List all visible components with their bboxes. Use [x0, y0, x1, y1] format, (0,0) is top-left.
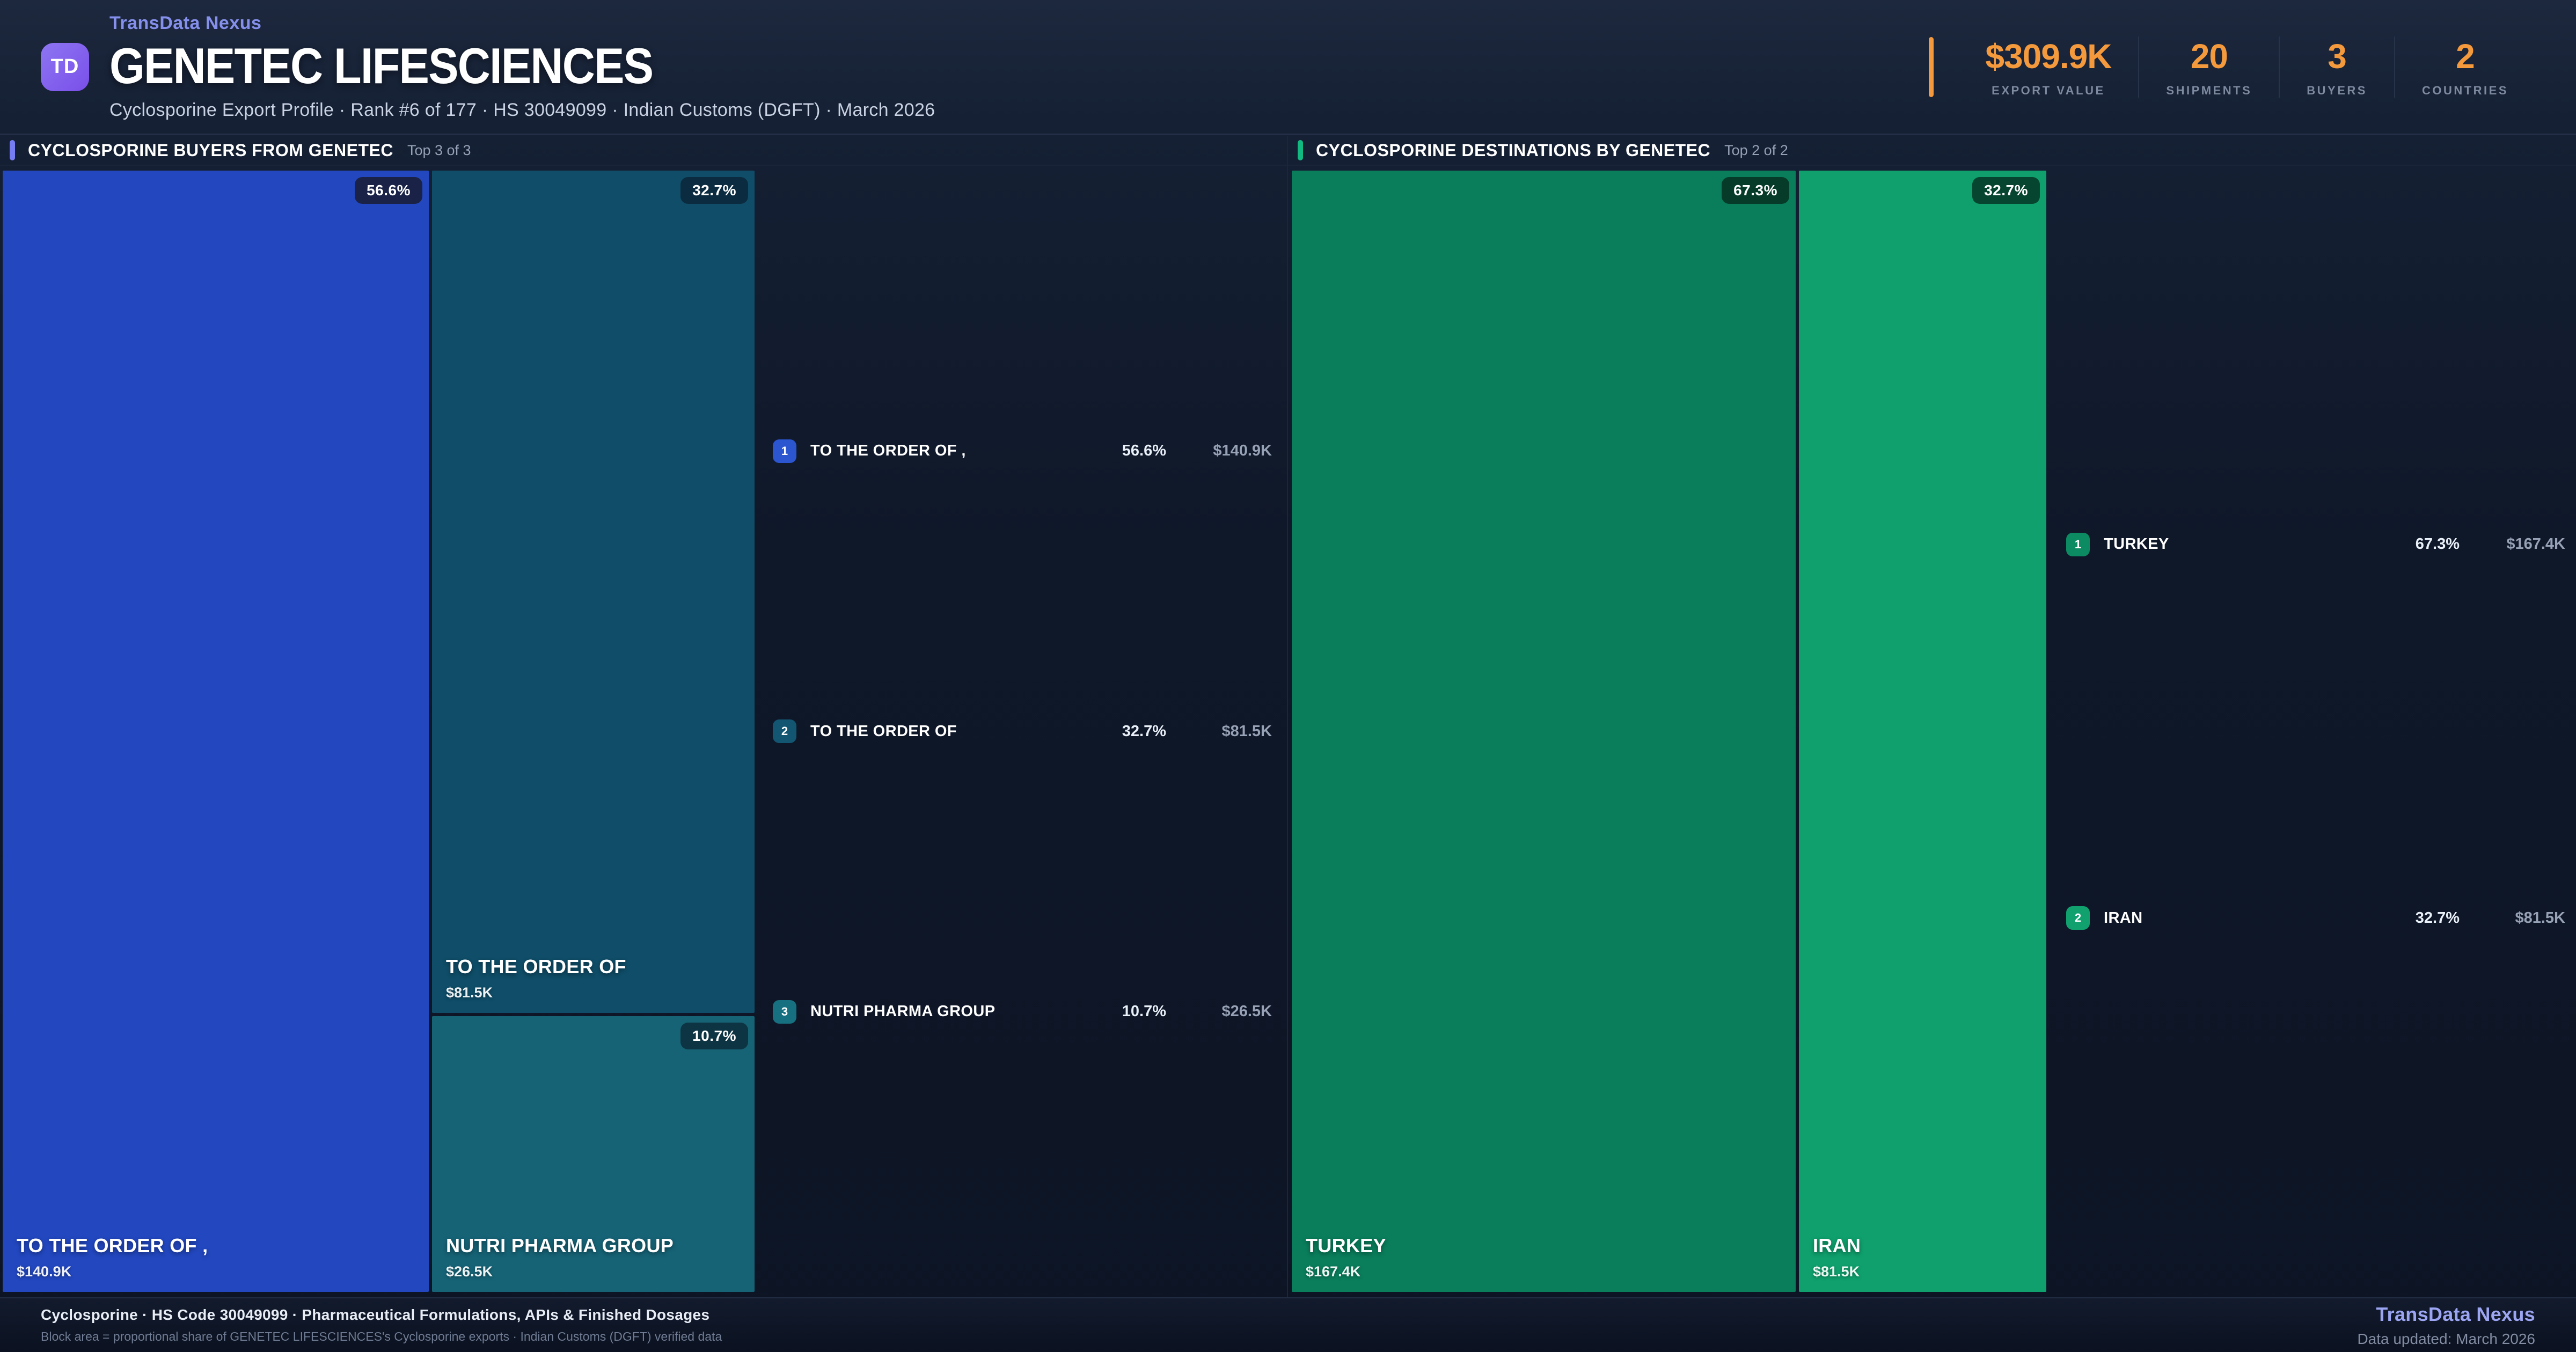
list-value: $81.5K: [1221, 722, 1272, 740]
share-badge: 10.7%: [680, 1023, 748, 1049]
list-name: NUTRI PHARMA GROUP: [810, 1003, 996, 1020]
panel-title: CYCLOSPORINE BUYERS FROM GENETEC: [28, 140, 393, 160]
buyers-list: 1 TO THE ORDER OF , 56.6% $140.9K 2 TO T…: [773, 171, 1272, 1292]
stat-value: 3: [2328, 36, 2347, 76]
list-name: IRAN: [2104, 909, 2143, 927]
list-name: TURKEY: [2104, 535, 2169, 553]
treemap-block-turkey[interactable]: 67.3% TURKEY $167.4K: [1292, 171, 1796, 1292]
brand-logo: TD: [41, 42, 89, 91]
block-label: IRAN $81.5K: [1813, 1235, 1861, 1280]
block-value: $26.5K: [446, 1263, 493, 1280]
stat-label: BUYERS: [2307, 83, 2367, 97]
list-value: $81.5K: [2515, 909, 2565, 927]
stat-buyers: 3 BUYERS: [2279, 36, 2394, 98]
list-pct: 32.7%: [1122, 722, 1166, 740]
footer-updated: Data updated: March 2026: [2357, 1330, 2535, 1347]
header-identity: TD TransData Nexus GENETEC LIFESCIENCES …: [41, 13, 935, 121]
stat-export-value: $309.9K EXPORT VALUE: [1958, 36, 2138, 98]
footer-brand: TransData Nexus: [2376, 1303, 2535, 1325]
list-pct: 56.6%: [1122, 442, 1166, 459]
destinations-panel: CYCLOSPORINE DESTINATIONS BY GENETEC Top…: [1288, 136, 2576, 1297]
block-label: TO THE ORDER OF , $140.9K: [17, 1235, 208, 1280]
block-value: $140.9K: [17, 1263, 72, 1280]
list-pct: 67.3%: [2415, 535, 2460, 553]
list-pct: 32.7%: [2415, 909, 2460, 927]
stat-label: SHIPMENTS: [2166, 83, 2252, 97]
destinations-panel-header: CYCLOSPORINE DESTINATIONS BY GENETEC Top…: [1288, 136, 2576, 166]
stat-shipments: 20 SHIPMENTS: [2138, 36, 2279, 98]
stat-value: 20: [2190, 36, 2228, 76]
stats-accent-bar: [1929, 36, 1934, 97]
block-name: TO THE ORDER OF: [446, 956, 626, 978]
footer-left: Cyclosporine · HS Code 30049099 · Pharma…: [41, 1306, 722, 1344]
list-name: TO THE ORDER OF: [810, 722, 957, 740]
treemap-block-iran[interactable]: 32.7% IRAN $81.5K: [1799, 171, 2046, 1292]
treemap-block-buyer-2[interactable]: 32.7% TO THE ORDER OF $81.5K: [432, 171, 755, 1013]
block-name: TURKEY: [1306, 1235, 1386, 1257]
list-item[interactable]: 2 TO THE ORDER OF 32.7% $81.5K: [773, 715, 1272, 747]
panel-top-note: Top 3 of 3: [407, 142, 471, 158]
rank-badge: 1: [2066, 532, 2090, 556]
list-value: $26.5K: [1221, 1003, 1272, 1020]
treemap-block-buyer-1[interactable]: 56.6% TO THE ORDER OF , $140.9K: [3, 171, 429, 1292]
list-item[interactable]: 2 IRAN 32.7% $81.5K: [2066, 902, 2565, 934]
header-stats: $309.9K EXPORT VALUE 20 SHIPMENTS 3 BUYE…: [1929, 36, 2535, 98]
list-item[interactable]: 3 NUTRI PHARMA GROUP 10.7% $26.5K: [773, 996, 1272, 1028]
header: TD TransData Nexus GENETEC LIFESCIENCES …: [0, 0, 2576, 135]
block-label: NUTRI PHARMA GROUP $26.5K: [446, 1235, 674, 1280]
list-value: $140.9K: [1213, 442, 1272, 459]
share-badge: 67.3%: [1722, 177, 1789, 204]
share-badge: 32.7%: [1972, 177, 2040, 204]
list-item[interactable]: 1 TO THE ORDER OF , 56.6% $140.9K: [773, 435, 1272, 467]
rank-badge: 1: [773, 439, 796, 463]
footer: Cyclosporine · HS Code 30049099 · Pharma…: [0, 1297, 2576, 1352]
block-value: $167.4K: [1306, 1263, 1361, 1280]
rank-badge: 3: [773, 1000, 796, 1024]
stat-value: $309.9K: [1985, 36, 2112, 76]
rank-badge: 2: [2066, 906, 2090, 930]
destinations-accent-bar: [1298, 140, 1303, 160]
block-name: TO THE ORDER OF ,: [17, 1235, 208, 1257]
block-label: TURKEY $167.4K: [1306, 1235, 1386, 1280]
list-name: TO THE ORDER OF ,: [810, 442, 966, 459]
list-value: $167.4K: [2506, 535, 2565, 553]
page-subtitle: Cyclosporine Export Profile · Rank #6 of…: [109, 100, 935, 121]
list-item[interactable]: 1 TURKEY 67.3% $167.4K: [2066, 528, 2565, 561]
block-label: TO THE ORDER OF $81.5K: [446, 956, 626, 1001]
destinations-list: 1 TURKEY 67.3% $167.4K 2 IRAN 32.7% $81.…: [2066, 171, 2565, 1292]
panel-title: CYCLOSPORINE DESTINATIONS BY GENETEC: [1316, 140, 1711, 160]
share-badge: 56.6%: [355, 177, 422, 204]
page-title: GENETEC LIFESCIENCES: [109, 37, 654, 94]
footer-note: Block area = proportional share of GENET…: [41, 1329, 722, 1343]
list-pct: 10.7%: [1122, 1003, 1166, 1020]
block-value: $81.5K: [1813, 1263, 1860, 1280]
header-text-block: TransData Nexus GENETEC LIFESCIENCES Cyc…: [109, 13, 935, 121]
stat-label: EXPORT VALUE: [1992, 83, 2105, 97]
brand-name: TransData Nexus: [109, 12, 262, 33]
buyers-accent-bar: [10, 140, 15, 160]
stat-countries: 2 COUNTRIES: [2394, 36, 2535, 98]
export-profile-dashboard: TD TransData Nexus GENETEC LIFESCIENCES …: [0, 0, 2576, 1352]
treemap-block-buyer-3[interactable]: 10.7% NUTRI PHARMA GROUP $26.5K: [432, 1016, 755, 1292]
block-name: NUTRI PHARMA GROUP: [446, 1235, 674, 1257]
buyers-panel-header: CYCLOSPORINE BUYERS FROM GENETEC Top 3 o…: [0, 136, 1287, 166]
block-value: $81.5K: [446, 984, 493, 1001]
panel-top-note: Top 2 of 2: [1724, 142, 1788, 158]
share-badge: 32.7%: [680, 177, 748, 204]
footer-product-line: Cyclosporine · HS Code 30049099 · Pharma…: [41, 1306, 710, 1323]
block-name: IRAN: [1813, 1235, 1861, 1257]
rank-badge: 2: [773, 719, 796, 743]
footer-right: TransData Nexus Data updated: March 2026: [2357, 1303, 2535, 1348]
stat-value: 2: [2456, 36, 2475, 76]
buyers-panel: CYCLOSPORINE BUYERS FROM GENETEC Top 3 o…: [0, 136, 1287, 1297]
stat-label: COUNTRIES: [2421, 83, 2508, 97]
